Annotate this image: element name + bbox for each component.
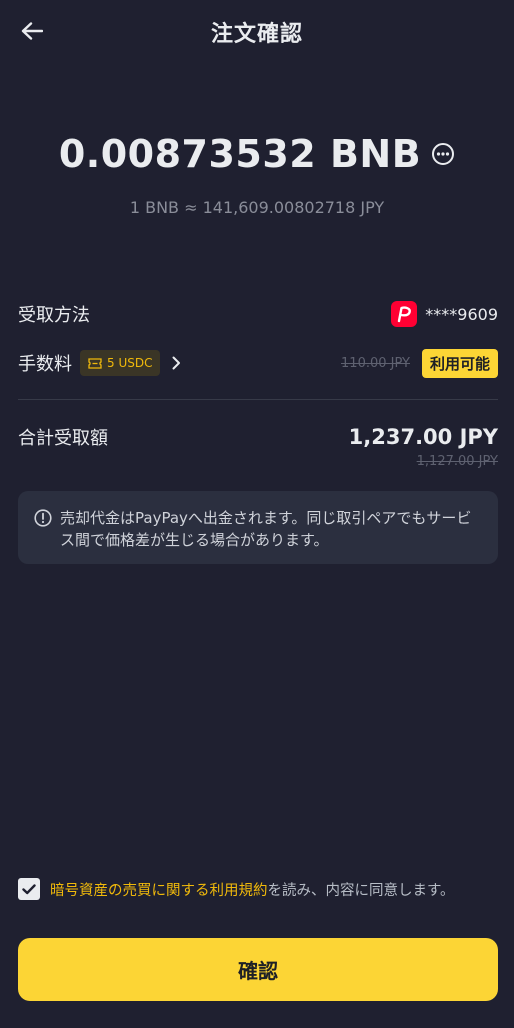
coupon-text: 5 USDC — [107, 356, 153, 370]
available-badge: 利用可能 — [421, 348, 498, 378]
account-number: ****9609 — [425, 304, 498, 324]
total-amount: 1,237.00 JPY — [348, 425, 498, 449]
more-icon — [432, 143, 455, 165]
exchange-rate: 1 BNB ≈ 141,609.00802718 JPY — [129, 198, 385, 217]
chevron-right-icon — [172, 356, 181, 370]
ticket-icon — [88, 357, 102, 369]
more-options-button[interactable] — [431, 142, 455, 166]
confirm-button[interactable]: 確認 — [18, 938, 498, 1001]
receive-method-row: 受取方法 ****9609 — [18, 299, 498, 329]
divider — [18, 399, 498, 400]
receive-method-value: ****9609 — [391, 301, 498, 327]
checkmark-icon — [22, 883, 36, 894]
terms-link[interactable]: 暗号資産の売買に関する利用規約 — [50, 883, 268, 899]
total-row: 合計受取額 1,237.00 JPY — [18, 422, 498, 452]
notice-text: 売却代金はPayPayへ出金されます。同じ取引ペアでもサービス間で価格差が生じる… — [60, 509, 472, 549]
order-amount-row: 0.00873532 BNB — [0, 132, 514, 176]
fee-details-chevron[interactable] — [172, 356, 181, 370]
original-total: 1,127.00 JPY — [416, 454, 498, 469]
total-label: 合計受取額 — [18, 428, 108, 449]
paypay-logo-icon — [391, 301, 418, 327]
info-icon — [34, 509, 52, 527]
fee-label: 手数料 — [18, 354, 72, 375]
order-amount: 0.00873532 BNB — [58, 132, 422, 176]
coupon-chip[interactable]: 5 USDC — [80, 350, 161, 376]
info-notice: 売却代金はPayPayへ出金されます。同じ取引ペアでもサービス間で価格差が生じる… — [18, 491, 498, 564]
terms-checkbox[interactable] — [18, 878, 40, 900]
terms-text: 暗号資産の売買に関する利用規約を読み、内容に同意します。 — [50, 879, 455, 900]
terms-agreement: 暗号資産の売買に関する利用規約を読み、内容に同意します。 — [18, 878, 508, 900]
header: 注文確認 — [0, 0, 514, 62]
terms-suffix: を読み、内容に同意します。 — [267, 882, 455, 899]
original-fee: 110.00 JPY — [341, 355, 410, 371]
page-title: 注文確認 — [210, 22, 303, 47]
receive-method-label: 受取方法 — [18, 305, 90, 326]
fee-row: 手数料 5 USDC 110.00 JPY 利用可能 — [18, 347, 498, 379]
